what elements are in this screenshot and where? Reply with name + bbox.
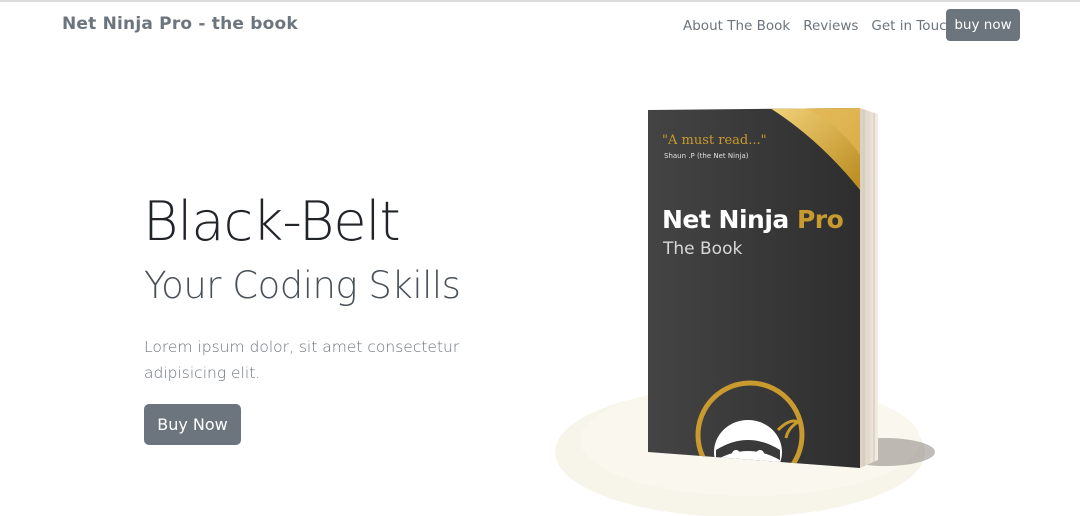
hero-lead-text: Lorem ipsum dolor, sit amet consectetur …: [144, 338, 460, 382]
book-subtitle: The Book: [662, 239, 742, 259]
svg-text:Net Ninja Pro: Net Ninja Pro: [662, 205, 844, 234]
book-title-accent: Pro: [797, 205, 844, 234]
book-quote-author: Shaun .P (the Net Ninja): [664, 152, 749, 160]
nav-link-reviews[interactable]: Reviews: [803, 18, 858, 34]
book-quote: "A must read...": [662, 133, 767, 148]
hero-subtitle: Your Coding Skills: [144, 264, 461, 307]
nav-link-about[interactable]: About The Book: [683, 18, 790, 34]
nav-link-contact[interactable]: Get in Touch: [871, 18, 955, 34]
hero-buy-button[interactable]: Buy Now: [144, 404, 241, 445]
navbar-buy-button[interactable]: buy now: [946, 9, 1020, 41]
navbar-links: About The Book Reviews Get in Touch: [683, 18, 968, 34]
navbar-brand[interactable]: Net Ninja Pro - the book: [62, 14, 298, 34]
book-illustration: "A must read..." Shaun .P (the Net Ninja…: [555, 108, 935, 516]
hero-title: Black-Belt: [143, 190, 401, 253]
book-title-main: Net Ninja: [662, 205, 789, 234]
top-border: [0, 0, 1080, 2]
